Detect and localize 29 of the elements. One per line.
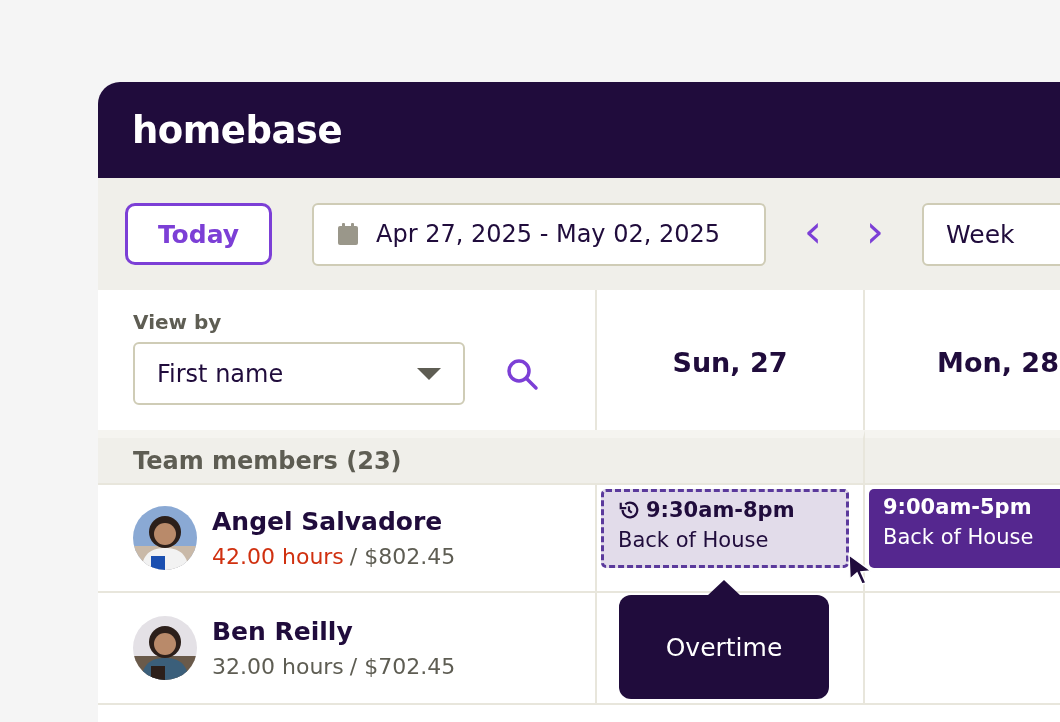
caret-icon: [417, 367, 441, 380]
shift-time: 9:00am-5pm: [883, 495, 1033, 519]
day-header: Mon, 28: [937, 346, 1059, 378]
previous-button[interactable]: ‹: [798, 208, 828, 260]
member-name: Ben Reilly: [212, 617, 354, 646]
day-header: Sun, 27: [672, 346, 788, 378]
tooltip: Overtime: [619, 595, 829, 699]
view-by-label: View by: [133, 310, 223, 334]
tooltip-pointer: [707, 580, 741, 596]
history-icon: [618, 499, 640, 521]
shift-card[interactable]: 9:00am-5pm Back of House: [869, 489, 1060, 568]
view-select[interactable]: Week: [922, 202, 1060, 266]
shift-role: Back of House: [883, 525, 1035, 549]
logo: homebase: [132, 108, 342, 152]
shift-role: Back of House: [618, 528, 770, 552]
next-button[interactable]: ›: [860, 208, 890, 260]
team-members-label: Team members (23): [133, 446, 402, 475]
hours-text: 32.00 hours: [212, 654, 344, 679]
shift-card[interactable]: 9:30am-8pm Back of House: [601, 489, 849, 568]
today-button[interactable]: Today: [125, 203, 272, 265]
search-icon[interactable]: [505, 356, 539, 391]
calendar-icon: [336, 222, 360, 246]
view-by-select[interactable]: First name: [133, 342, 465, 405]
hours-text: 42.00 hours: [212, 544, 344, 569]
cost-text: / $802.45: [349, 544, 456, 569]
date-range-button[interactable]: Apr 27, 2025 - May 02, 2025: [312, 202, 766, 266]
member-name: Angel Salvadore: [212, 507, 444, 536]
shift-time: 9:30am-8pm: [646, 498, 795, 522]
cost-text: / $702.45: [349, 654, 456, 679]
